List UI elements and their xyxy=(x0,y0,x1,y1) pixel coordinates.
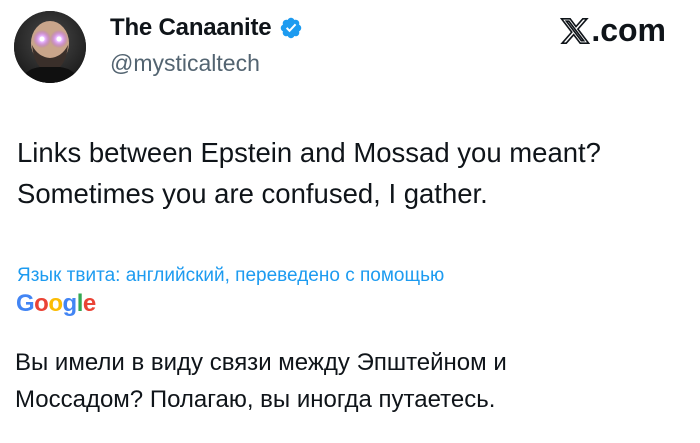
verified-badge-icon xyxy=(279,16,303,40)
tweet-line: Sometimes you are confused, I gather. xyxy=(17,178,488,209)
author-row: The Canaanite xyxy=(110,14,303,42)
translated-text: Вы имели в виду связи между Эпштейном и … xyxy=(15,344,685,418)
google-letter: g xyxy=(62,290,78,317)
profile-photo xyxy=(14,11,86,83)
google-letter: G xyxy=(16,290,35,317)
google-logo: Google xyxy=(16,290,96,318)
author-handle[interactable]: @mysticaltech xyxy=(110,50,260,77)
tweet-text: Links between Epstein and Mossad you mea… xyxy=(17,132,687,214)
x-logo-icon xyxy=(560,17,591,44)
translation-note[interactable]: Язык твита: английский, переведено с пом… xyxy=(17,265,444,287)
site-domain: .com xyxy=(591,12,666,48)
translated-line: Вы имели в виду связи между Эпштейном и xyxy=(15,349,507,376)
google-letter: o xyxy=(48,290,63,317)
google-letter: e xyxy=(82,290,96,317)
translated-line: Моссадом? Полагаю, вы иногда путаетесь. xyxy=(15,386,496,413)
tweet-line: Links between Epstein and Mossad you mea… xyxy=(17,137,601,168)
google-letter: o xyxy=(34,290,49,317)
site-logo: .com xyxy=(560,12,666,49)
avatar[interactable] xyxy=(14,11,86,83)
display-name[interactable]: The Canaanite xyxy=(110,14,272,42)
